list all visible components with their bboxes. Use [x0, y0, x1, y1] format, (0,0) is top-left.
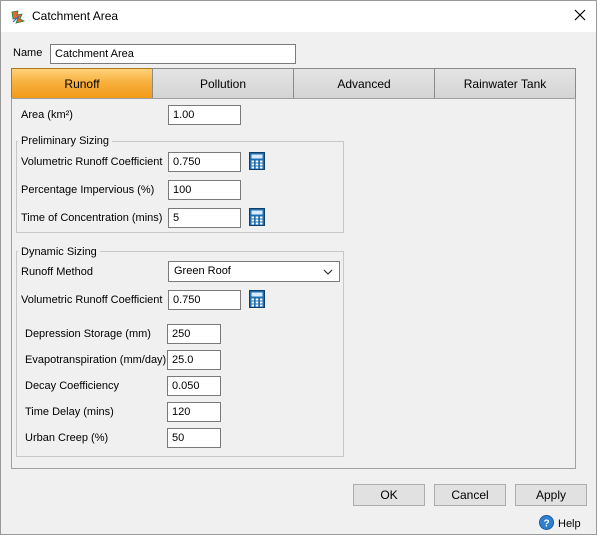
depression-storage-label: Depression Storage (mm) — [25, 328, 151, 340]
calculator-icon — [249, 151, 265, 173]
name-input[interactable]: Catchment Area — [50, 44, 296, 64]
help-link[interactable]: ? Help — [539, 515, 581, 533]
tab-runoff[interactable]: Runoff — [11, 68, 153, 99]
tab-advanced[interactable]: Advanced — [293, 68, 435, 99]
concentration-label: Time of Concentration (mins) — [21, 212, 163, 224]
evapotranspiration-label: Evapotranspiration (mm/day) — [25, 354, 167, 366]
cancel-button[interactable]: Cancel — [434, 484, 506, 506]
runoff-method-value: Green Roof — [174, 265, 231, 277]
calculator-icon — [249, 207, 265, 229]
tab-strip: Runoff Pollution Advanced Rainwater Tank — [11, 68, 576, 99]
depression-storage-input[interactable]: 250 — [167, 324, 221, 344]
decay-coefficiency-input[interactable]: 0.050 — [167, 376, 221, 396]
calculator-icon — [249, 289, 265, 311]
apply-button[interactable]: Apply — [515, 484, 587, 506]
catchment-app-icon — [10, 9, 26, 25]
dynamic-runoff-coeff-input[interactable]: 0.750 — [168, 290, 241, 310]
svg-text:?: ? — [543, 518, 549, 529]
area-input[interactable]: 1.00 — [168, 105, 241, 125]
time-delay-label: Time Delay (mins) — [25, 406, 114, 418]
tab-rainwater-tank[interactable]: Rainwater Tank — [434, 68, 576, 99]
prelim-runoff-coeff-label: Volumetric Runoff Coefficient — [21, 156, 163, 168]
urban-creep-input[interactable]: 50 — [167, 428, 221, 448]
runoff-method-select[interactable]: Green Roof — [168, 261, 340, 282]
catchment-area-dialog: Catchment Area Name Catchment Area Runof… — [0, 0, 597, 535]
name-label: Name — [13, 47, 43, 59]
preliminary-sizing-title: Preliminary Sizing — [18, 135, 113, 147]
close-icon — [574, 9, 586, 24]
prelim-runoff-coeff-input[interactable]: 0.750 — [168, 152, 241, 172]
dynamic-runoff-calculator-button[interactable] — [248, 289, 266, 311]
area-label: Area (km²) — [21, 109, 73, 121]
tab-pollution[interactable]: Pollution — [152, 68, 294, 99]
decay-coefficiency-label: Decay Coefficiency — [25, 380, 119, 392]
ok-button[interactable]: OK — [353, 484, 425, 506]
title-bar: Catchment Area — [1, 1, 596, 32]
help-icon: ? — [539, 515, 554, 533]
impervious-input[interactable]: 100 — [168, 180, 241, 200]
close-button[interactable] — [564, 1, 596, 31]
chevron-down-icon — [323, 267, 333, 279]
help-label: Help — [558, 518, 581, 530]
evapotranspiration-input[interactable]: 25.0 — [167, 350, 221, 370]
runoff-method-label: Runoff Method — [21, 266, 93, 278]
time-delay-input[interactable]: 120 — [167, 402, 221, 422]
dynamic-runoff-coeff-label: Volumetric Runoff Coefficient — [21, 294, 163, 306]
dynamic-sizing-title: Dynamic Sizing — [18, 246, 100, 258]
prelim-runoff-calculator-button[interactable] — [248, 151, 266, 173]
window-title: Catchment Area — [32, 9, 119, 23]
concentration-calculator-button[interactable] — [248, 207, 266, 229]
urban-creep-label: Urban Creep (%) — [25, 432, 109, 444]
concentration-input[interactable]: 5 — [168, 208, 241, 228]
impervious-label: Percentage Impervious (%) — [21, 184, 155, 196]
